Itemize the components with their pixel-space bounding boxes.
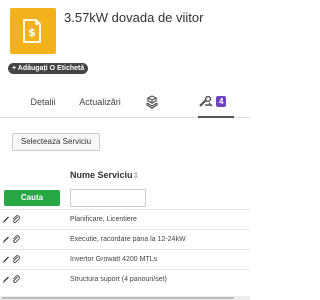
column-header-service-name[interactable]: Nume Serviciu⇳ [70, 170, 139, 180]
filter-row: Cauta [0, 187, 250, 209]
service-list: Planificare, Licentiere Executie, racord… [0, 209, 250, 289]
tab-details[interactable]: Detalii [25, 92, 61, 118]
table-row: Executie, racordare pana la 12-24kW [0, 229, 250, 249]
tab-products[interactable] [140, 92, 164, 118]
column-header-label: Nume Serviciu [70, 170, 133, 180]
services-count-badge: 4 [216, 96, 227, 107]
service-name-filter-input[interactable] [70, 189, 146, 207]
table-row: Invertor Growatt 4200 MTLs [0, 249, 250, 269]
pencil-icon[interactable] [2, 215, 10, 224]
select-service-button[interactable]: Selecteaza Serviciu [12, 133, 100, 151]
record-thumbnail: $ [10, 8, 56, 54]
boxes-icon [146, 95, 158, 109]
horizontal-scrollbar[interactable] [0, 296, 250, 300]
add-tag-button[interactable]: + Adăugați O Etichetă [8, 63, 89, 74]
tab-services[interactable]: 4 [198, 92, 234, 118]
paperclip-icon[interactable] [12, 275, 20, 284]
search-button[interactable]: Cauta [4, 190, 60, 206]
record-header: $ 3.57kW dovada de viitor [10, 8, 240, 64]
table-row: Structura suport (4 panouri/set) [0, 269, 250, 289]
service-name: Executie, racordare pana la 12-24kW [70, 236, 186, 243]
pencil-icon[interactable] [2, 255, 10, 264]
service-name: Invertor Growatt 4200 MTLs [70, 256, 158, 263]
service-name: Planificare, Licentiere [70, 216, 137, 223]
tab-updates[interactable]: Actualizări [75, 92, 125, 118]
svg-text:$: $ [28, 26, 36, 39]
pencil-icon[interactable] [2, 275, 10, 284]
paperclip-icon[interactable] [12, 255, 20, 264]
paperclip-icon[interactable] [12, 235, 20, 244]
document-dollar-icon: $ [23, 19, 41, 43]
service-name: Structura suport (4 panouri/set) [70, 276, 167, 283]
tools-icon [199, 96, 213, 107]
tab-bar: Detalii Actualizări 4 [0, 92, 250, 118]
page-title: 3.57kW dovada de viitor [64, 10, 204, 25]
sort-icon: ⇳ [132, 171, 140, 180]
paperclip-icon[interactable] [12, 215, 20, 224]
table-row: Planificare, Licentiere [0, 209, 250, 229]
scrollbar-thumb[interactable] [2, 297, 234, 299]
pencil-icon[interactable] [2, 235, 10, 244]
